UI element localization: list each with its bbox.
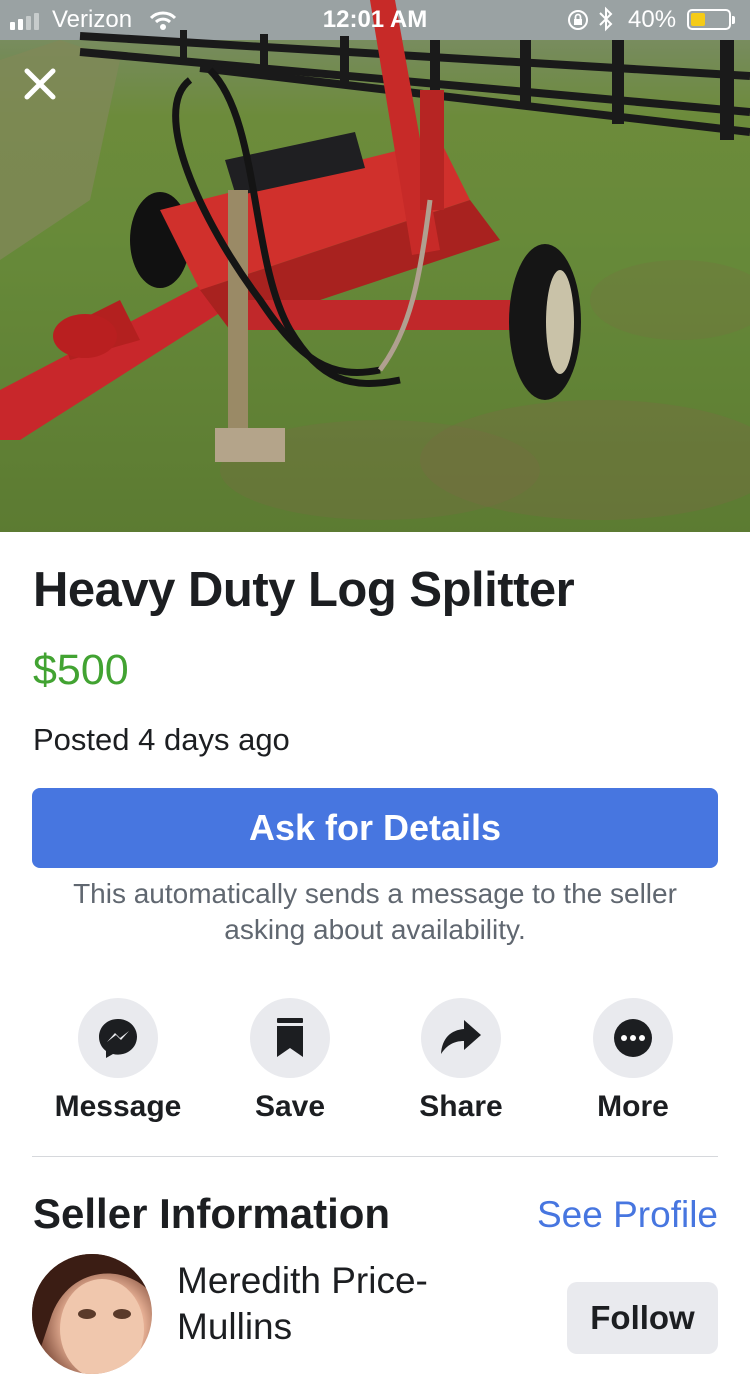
save-action[interactable]: Save [205, 998, 375, 1124]
save-circle [250, 998, 330, 1078]
share-arrow-icon [441, 1020, 481, 1054]
close-button[interactable] [22, 66, 58, 102]
listing-title: Heavy Duty Log Splitter [33, 563, 575, 617]
message-circle [78, 998, 158, 1078]
save-label: Save [254, 1090, 326, 1123]
message-label: Message [54, 1090, 182, 1123]
log-splitter-photo [0, 0, 750, 532]
listing-price: $500 [33, 646, 129, 694]
bluetooth-icon [598, 6, 614, 39]
seller-name[interactable]: Meredith Price-Mullins [177, 1258, 477, 1350]
ask-for-details-button[interactable]: Ask for Details [32, 788, 718, 868]
see-profile-link[interactable]: See Profile [537, 1194, 718, 1236]
orientation-lock-icon [566, 8, 590, 39]
messenger-icon [99, 1019, 137, 1058]
share-circle [421, 998, 501, 1078]
more-circle [593, 998, 673, 1078]
status-bar: Verizon 12:01 AM 40% [0, 0, 750, 40]
share-action[interactable]: Share [376, 998, 546, 1124]
more-action[interactable]: More [548, 998, 718, 1124]
listing-photo[interactable] [0, 0, 750, 532]
ask-for-details-note: This automatically sends a message to th… [73, 878, 677, 945]
message-action[interactable]: Message [33, 998, 203, 1124]
close-icon [24, 68, 56, 100]
posted-time: Posted 4 days ago [33, 722, 290, 757]
battery-icon [687, 9, 735, 30]
share-label: Share [419, 1090, 503, 1123]
follow-button[interactable]: Follow [567, 1282, 718, 1354]
seller-information-heading: Seller Information [33, 1190, 391, 1237]
seller-avatar-photo [32, 1254, 152, 1374]
battery-percent: 40% [628, 6, 677, 33]
more-label: More [597, 1090, 669, 1123]
seller-avatar[interactable] [32, 1254, 152, 1374]
more-dots-icon [614, 1019, 652, 1057]
section-divider [32, 1156, 718, 1157]
bookmark-icon [277, 1018, 303, 1057]
